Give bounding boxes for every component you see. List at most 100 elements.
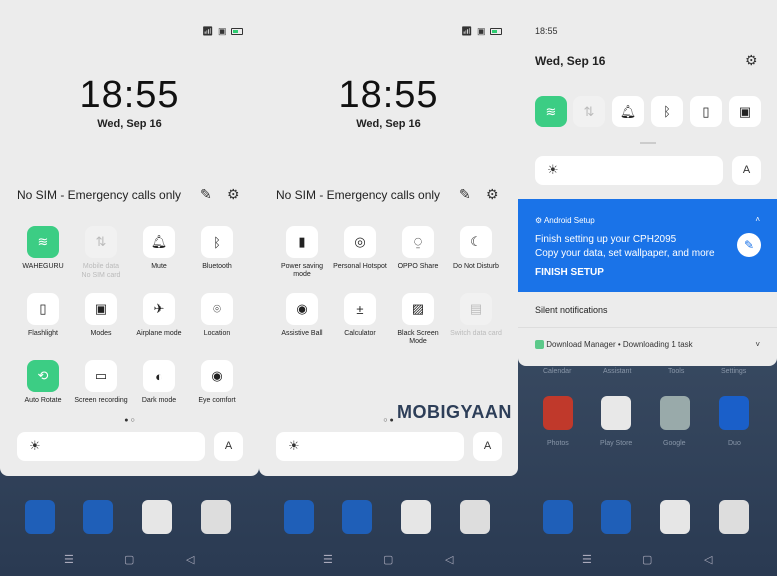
auto-brightness-button[interactable]: A (732, 156, 761, 185)
nav-recents-button[interactable]: ☰ (64, 553, 74, 566)
battery-icon (490, 28, 502, 36)
phone-app-icon[interactable] (543, 500, 573, 534)
flashlight-tile[interactable]: ▯ (690, 96, 722, 127)
panel-quick-settings-page1: 📶︎ ▣ 18:55 Wed, Sep 16 No SIM - Emergenc… (0, 0, 259, 576)
tile-label: Personal Hotspot (333, 263, 387, 270)
edit-icon[interactable]: ✎ (459, 186, 471, 203)
tile-flashlight[interactable]: ▯ Flashlight (14, 293, 72, 338)
tile-personal-hotspot[interactable]: ◎ Personal Hotspot (331, 226, 389, 271)
auto-brightness-button[interactable]: A (214, 432, 243, 461)
settings-icon[interactable]: ⚙ (227, 186, 240, 203)
tile-label: Mute (151, 263, 167, 270)
nav-home-button[interactable]: ▢ (124, 553, 134, 566)
settings-icon[interactable]: ⚙ (745, 52, 758, 69)
tile-location[interactable]: ⌾ Location (188, 293, 246, 338)
tile-label: Switch data card (450, 330, 502, 337)
brightness-slider[interactable]: ☀ (535, 156, 723, 185)
play-store-app-icon[interactable] (601, 396, 631, 430)
finish-setup-button[interactable]: FINISH SETUP (535, 267, 604, 278)
android-setup-notification[interactable]: ⚙ Android Setup ˄ Finish setting up your… (518, 199, 777, 292)
wifi-tile[interactable]: ≋ (535, 96, 567, 127)
app-label: Duo (728, 440, 741, 447)
brightness-slider[interactable]: ☀ (17, 432, 205, 461)
mute-tile[interactable]: 🔔︎ (612, 96, 644, 127)
collapse-icon[interactable]: ˄ (755, 215, 760, 224)
expand-icon[interactable]: ˅ (755, 340, 760, 349)
tile-bluetooth[interactable]: ᛒ Bluetooth (188, 226, 246, 271)
edit-icon[interactable]: ✎ (200, 186, 212, 203)
photos-app-icon[interactable] (543, 396, 573, 430)
nav-back-button[interactable]: ◁ (445, 553, 453, 566)
wifi-icon: ≋ (27, 226, 59, 258)
camera-app-icon[interactable] (460, 500, 490, 534)
app-label: Photos (547, 440, 569, 447)
chrome-app-icon[interactable] (401, 500, 431, 534)
bg-label: Tools (668, 368, 685, 375)
flashlight-icon: ▯ (27, 293, 59, 325)
nav-recents-button[interactable]: ☰ (582, 553, 592, 566)
mobile-data-tile[interactable]: ⇅ (573, 96, 605, 127)
settings-icon[interactable]: ⚙ (486, 186, 499, 203)
tile-eye-comfort[interactable]: ◉ Eye comfort (188, 360, 246, 405)
tile-mute[interactable]: 🔔︎ Mute (130, 226, 188, 271)
magic-wand-icon: ✎ (737, 233, 761, 257)
status-bar: 📶︎ ▣ (461, 26, 502, 37)
download-manager-icon (535, 340, 544, 350)
bell-icon: 🔔︎ (143, 226, 175, 258)
auto-brightness-button[interactable]: A (473, 432, 502, 461)
phone-app-icon[interactable] (284, 500, 314, 534)
modes-tile[interactable]: ▣ (729, 96, 761, 127)
tile-auto-rotate[interactable]: ⟲ Auto Rotate (14, 360, 72, 405)
tile-black-screen-mode[interactable]: ▨ Black Screen Mode (389, 293, 447, 346)
date: Wed, Sep 16 (535, 54, 606, 68)
tile-label: Assistive Ball (281, 330, 323, 337)
messages-app-icon[interactable] (342, 500, 372, 534)
download-notification[interactable]: Download Manager • Downloading 1 task ˅ (518, 340, 777, 358)
nav-back-button[interactable]: ◁ (704, 553, 712, 566)
tile-screen-recording[interactable]: ▭ Screen recording (72, 360, 130, 405)
bg-label: Calendar (543, 368, 572, 375)
silent-notifications-header: Silent notifications (535, 305, 608, 315)
tile-mobile-data[interactable]: ⇅ Mobile data No SIM card (72, 226, 130, 280)
tile-assistive-ball[interactable]: ◉ Assistive Ball (273, 293, 331, 338)
duo-app-icon[interactable] (719, 396, 749, 430)
tile-power-saving-mode[interactable]: ▮ Power saving mode (273, 226, 331, 279)
tile-airplane-mode[interactable]: ✈ Airplane mode (130, 293, 188, 338)
chrome-app-icon[interactable] (660, 500, 690, 534)
tile-modes[interactable]: ▣ Modes (72, 293, 130, 338)
messages-app-icon[interactable] (601, 500, 631, 534)
mobile-data-icon: ⇅ (85, 226, 117, 258)
modes-icon: ▣ (85, 293, 117, 325)
tile-oppo-share[interactable]: ⍜ OPPO Share (389, 226, 447, 271)
tile-label: OPPO Share (397, 263, 439, 270)
nav-home-button[interactable]: ▢ (383, 553, 393, 566)
camera-app-icon[interactable] (719, 500, 749, 534)
nav-recents-button[interactable]: ☰ (323, 553, 333, 566)
phone-app-icon[interactable] (25, 500, 55, 534)
messages-app-icon[interactable] (83, 500, 113, 534)
brightness-slider[interactable]: ☀ (276, 432, 464, 461)
tile-dark-mode[interactable]: ◐ Dark mode (130, 360, 188, 405)
drag-handle[interactable] (640, 142, 656, 144)
notification-header: ⚙ Android Setup (535, 216, 595, 225)
google-folder-icon[interactable] (660, 396, 690, 430)
tile-do-not-disturb[interactable]: ☾ Do Not Disturb (447, 226, 505, 271)
eye-comfort-icon: ◉ (201, 360, 233, 392)
nav-back-button[interactable]: ◁ (186, 553, 194, 566)
tile-waheguru[interactable]: ≋ WAHEGURU (14, 226, 72, 271)
tile-calculator[interactable]: ± Calculator (331, 293, 389, 338)
status-time: 18:55 (535, 26, 558, 36)
camera-app-icon[interactable] (201, 500, 231, 534)
panel-quick-settings-page2: 📶︎ ▣ 18:55 Wed, Sep 16 No SIM - Emergenc… (259, 0, 518, 576)
bluetooth-tile[interactable]: ᛒ (651, 96, 683, 127)
nav-home-button[interactable]: ▢ (642, 553, 652, 566)
battery-icon (231, 28, 243, 36)
bg-label: Assistant (603, 368, 632, 375)
download-text: Download Manager • Downloading 1 task (546, 340, 693, 349)
chrome-app-icon[interactable] (142, 500, 172, 534)
notification-shade: 18:55 Wed, Sep 16 ⚙ ≋ ⇅ 🔔︎ ᛒ ▯ ▣ ☀ A ⚙ A… (518, 0, 777, 366)
screen-recording-icon: ▭ (85, 360, 117, 392)
sim-status: No SIM - Emergency calls only (17, 188, 182, 202)
status-bar: 📶︎ ▣ (202, 26, 243, 37)
tile-switch-data-card[interactable]: ▤ Switch data card (447, 293, 505, 338)
